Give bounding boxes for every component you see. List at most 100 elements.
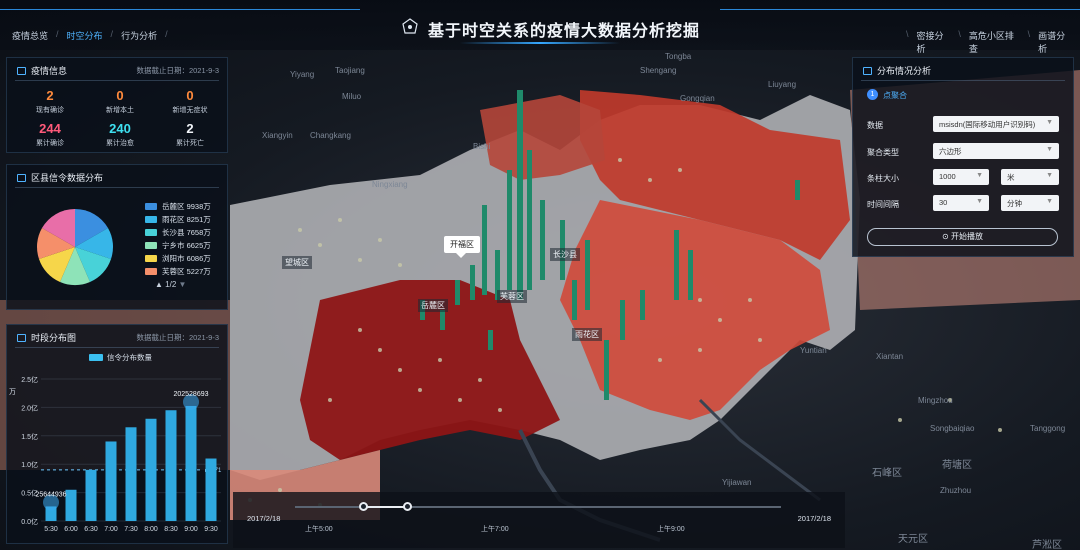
x-tick-label: 9:00 — [184, 526, 198, 533]
divider — [15, 347, 219, 348]
bar — [65, 489, 77, 521]
bar — [105, 441, 117, 521]
stat-value: 2 — [186, 121, 194, 136]
chevron-down-icon: ▼ — [1046, 198, 1053, 205]
nav-item-contact[interactable]: 密接分析 — [909, 29, 959, 55]
stats-grid: 2 现有确诊 0 新增本土 0 新增无症状 244 累计确诊 240 累计治愈 2 累计死亡 — [15, 88, 225, 148]
place-label: Songbaiqiao — [930, 424, 975, 433]
bar — [205, 458, 217, 521]
place-label: 荷塘区 — [942, 460, 972, 471]
divider — [15, 80, 219, 81]
stat-label: 累计死亡 — [176, 140, 204, 147]
bar-chart[interactable]: 0.0亿0.5亿1.0亿1.5亿2.0亿2.5亿▸12715:306:006:3… — [7, 367, 229, 545]
nav-item-profile[interactable]: 画谱分析 — [1030, 29, 1080, 55]
legend-pager[interactable]: ▲ 1/2 ▼ — [155, 280, 186, 289]
pie-legend: 岳麓区 9938万 雨花区 8251万 长沙县 7658万 宁乡市 6625万 … — [145, 200, 211, 278]
field-label: 条柱大小 — [867, 174, 899, 183]
dashboard-screen: Xiangyin Changkang Yiyang Taojiang Miluo… — [0, 0, 1080, 550]
chevron-down-icon: ▼ — [1046, 119, 1053, 126]
legend-item[interactable]: 雨花区 8251万 — [145, 213, 211, 226]
step-label: 点聚合 — [883, 91, 907, 100]
place-label: Bishi — [473, 142, 491, 151]
title-underline — [460, 42, 620, 44]
nav-left: 疫情总览 / 时空分布 / 行为分析 / — [4, 29, 168, 42]
x-tick-label: 7:30 — [124, 526, 138, 533]
panel-title: 时段分布图 — [17, 331, 76, 344]
stat-item: 0 新增本土 — [85, 88, 155, 115]
slider-range — [363, 506, 407, 508]
start-play-button[interactable]: ⊙ 开始播放 — [867, 228, 1058, 246]
nav-item-high-risk[interactable]: 高危小区排查 — [961, 29, 1028, 55]
stat-item: 2 现有确诊 — [15, 88, 85, 115]
slider-start-handle[interactable] — [359, 502, 368, 511]
legend-item[interactable]: 芙蓉区 5227万 — [145, 265, 211, 278]
stat-value: 2 — [46, 88, 54, 103]
district-label[interactable]: 芙蓉区 — [497, 290, 527, 303]
logo-icon — [400, 17, 420, 42]
legend-item[interactable]: 浏阳市 6086万 — [145, 252, 211, 265]
place-label: 天元区 — [898, 534, 928, 545]
district-label[interactable]: 雨花区 — [572, 328, 602, 341]
nav-item-behavior[interactable]: 行为分析 — [113, 29, 165, 42]
place-label: Xiangyin — [262, 131, 293, 140]
aggregation-select[interactable]: 六边形 ▼ — [933, 143, 1059, 159]
district-label[interactable]: 长沙县 — [550, 248, 580, 261]
stat-value: 244 — [39, 121, 61, 136]
place-label: Yiyang — [290, 70, 315, 79]
place-label: Miluo — [342, 92, 362, 101]
header-line — [720, 9, 1080, 10]
interval-select[interactable]: 30 ▼ — [933, 195, 989, 211]
nav-item-overview[interactable]: 疫情总览 — [4, 29, 56, 42]
bar — [165, 410, 177, 521]
data-select[interactable]: msisdn(国际移动用户识别码) ▼ — [933, 116, 1059, 132]
legend-item[interactable]: 宁乡市 6625万 — [145, 239, 211, 252]
bar — [125, 427, 137, 521]
panel-date: 数据截止日期：2021-9-3 — [136, 333, 219, 342]
panel-title: 疫情信息 — [17, 64, 67, 77]
place-label: Ningxiang — [372, 180, 408, 189]
stat-label: 现有确诊 — [36, 107, 64, 114]
pie-chart[interactable] — [35, 207, 115, 287]
place-label: 石峰区 — [872, 468, 902, 479]
bar-size-unit-select[interactable]: 米 ▼ — [1001, 169, 1059, 185]
x-tick-label: 9:30 — [204, 526, 218, 533]
time-tick: 上午5:00 — [305, 526, 333, 533]
nav-right: \ 密接分析 \ 高危小区排查 \ 画谱分析 — [906, 29, 1080, 55]
next-page-icon[interactable]: ▼ — [179, 280, 187, 289]
low-value-marker-label: 25644936 — [35, 491, 66, 498]
y-tick-label: 2.0亿 — [21, 403, 38, 412]
place-label: Gongqian — [680, 94, 715, 103]
end-date: 2017/2/18 — [797, 514, 831, 523]
interval-unit-select[interactable]: 分钟 ▼ — [1001, 195, 1059, 211]
legend-item[interactable]: 岳麓区 9938万 — [145, 200, 211, 213]
bar-size-select[interactable]: 1000 ▼ — [933, 169, 989, 185]
place-label: Tanggong — [1030, 424, 1066, 433]
stat-label: 累计治愈 — [106, 140, 134, 147]
x-tick-label: 7:00 — [104, 526, 118, 533]
place-label: Zhuzhou — [940, 486, 972, 495]
chevron-down-icon: ▼ — [976, 172, 983, 179]
district-signal-panel: 区县信令数据分布 岳麓区 9938万 雨花区 8251万 长沙县 7658万 宁… — [6, 164, 228, 310]
chevron-down-icon: ▼ — [976, 198, 983, 205]
place-label: Mingzhou — [918, 396, 953, 405]
y-tick-label: 1.0亿 — [21, 460, 38, 469]
x-tick-label: 8:00 — [144, 526, 158, 533]
monitor-icon — [17, 333, 26, 342]
field-label: 时间间隔 — [867, 200, 899, 209]
bar — [185, 405, 197, 521]
district-label[interactable]: 望城区 — [282, 256, 312, 269]
x-tick-label: 6:00 — [64, 526, 78, 533]
prev-page-icon[interactable]: ▲ — [155, 280, 163, 289]
x-tick-label: 8:30 — [164, 526, 178, 533]
time-slider[interactable]: 2017/2/18 2017/2/18 上午5:00 上午7:00 上午9:00 — [233, 492, 845, 548]
stat-label: 新增无症状 — [172, 107, 208, 114]
panel-title: 区县信令数据分布 — [17, 171, 103, 184]
slider-end-handle[interactable] — [403, 502, 412, 511]
monitor-icon — [17, 66, 26, 75]
district-label[interactable]: 岳麓区 — [418, 299, 448, 312]
legend-item[interactable]: 长沙县 7658万 — [145, 226, 211, 239]
distribution-analysis-panel: 分布情况分析 1 点聚合 数据 msisdn(国际移动用户识别码) ▼ 聚合类型 … — [852, 57, 1074, 257]
chart-legend[interactable]: 信令分布数量 — [89, 352, 152, 363]
nav-item-spatiotemporal[interactable]: 时空分布 — [59, 29, 111, 42]
nav-separator: / — [165, 29, 168, 39]
